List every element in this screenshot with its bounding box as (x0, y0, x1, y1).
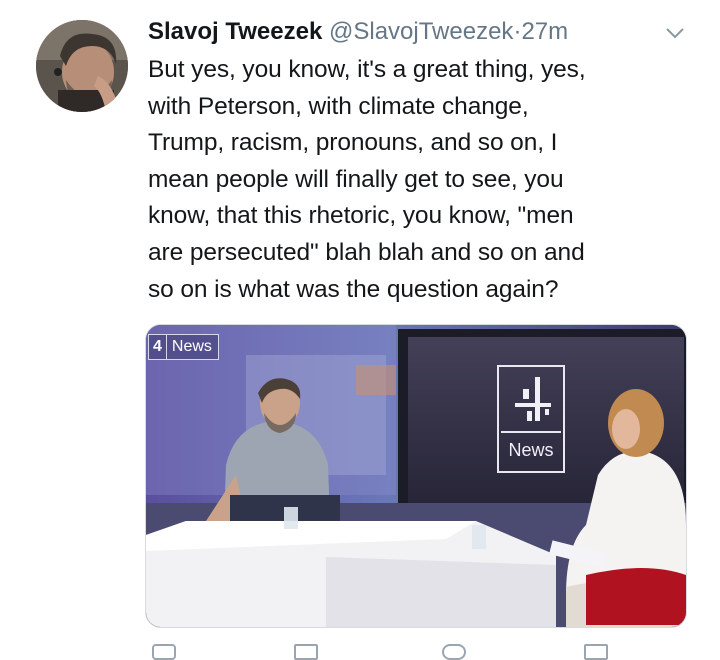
like-icon[interactable] (442, 644, 466, 660)
badge-label: News (171, 338, 212, 355)
screen-logo-label: News (508, 440, 554, 460)
tweet-text: But yes, you know, it's a great thing, y… (148, 52, 668, 308)
tweet-text-line: mean people will finally get to see, you (148, 165, 564, 193)
tweet-header: Slavoj Tweezek @SlavojTweezek·27m (148, 14, 568, 50)
author-name[interactable]: Slavoj Tweezek (148, 18, 322, 45)
retweet-icon[interactable] (294, 644, 318, 660)
channel4-glyph-icon (501, 367, 561, 433)
tweet-timestamp[interactable]: 27m (521, 18, 568, 45)
tweet-text-line: with Peterson, with climate change, (148, 92, 529, 120)
screen-channel4-logo: News (497, 365, 565, 473)
tweet-text-line: But yes, you know, it's a great thing, y… (148, 56, 586, 83)
chevron-down-icon[interactable] (662, 20, 688, 46)
share-icon[interactable] (584, 644, 608, 660)
channel4-logo-icon: 4 (153, 335, 167, 359)
avatar[interactable] (36, 20, 128, 112)
reply-icon[interactable] (152, 644, 176, 660)
tweet[interactable]: Slavoj Tweezek @SlavojTweezek·27m But ye… (0, 0, 720, 660)
tweet-text-line: so on is what was the question again? (148, 275, 559, 303)
studio-scene (146, 325, 686, 627)
tweet-text-line: are persecuted" blah blah and so on and (148, 238, 585, 266)
tweet-text-line: know, that this rhetoric, you know, "men (148, 202, 574, 230)
avatar-photo (36, 20, 128, 112)
channel4-news-badge: 4 News (148, 334, 219, 360)
tweet-actions (146, 640, 686, 660)
tweet-media-image[interactable] (145, 324, 687, 628)
tweet-text-line: Trump, racism, pronouns, and so on, I (148, 129, 558, 157)
author-handle[interactable]: @SlavojTweezek (329, 18, 513, 45)
